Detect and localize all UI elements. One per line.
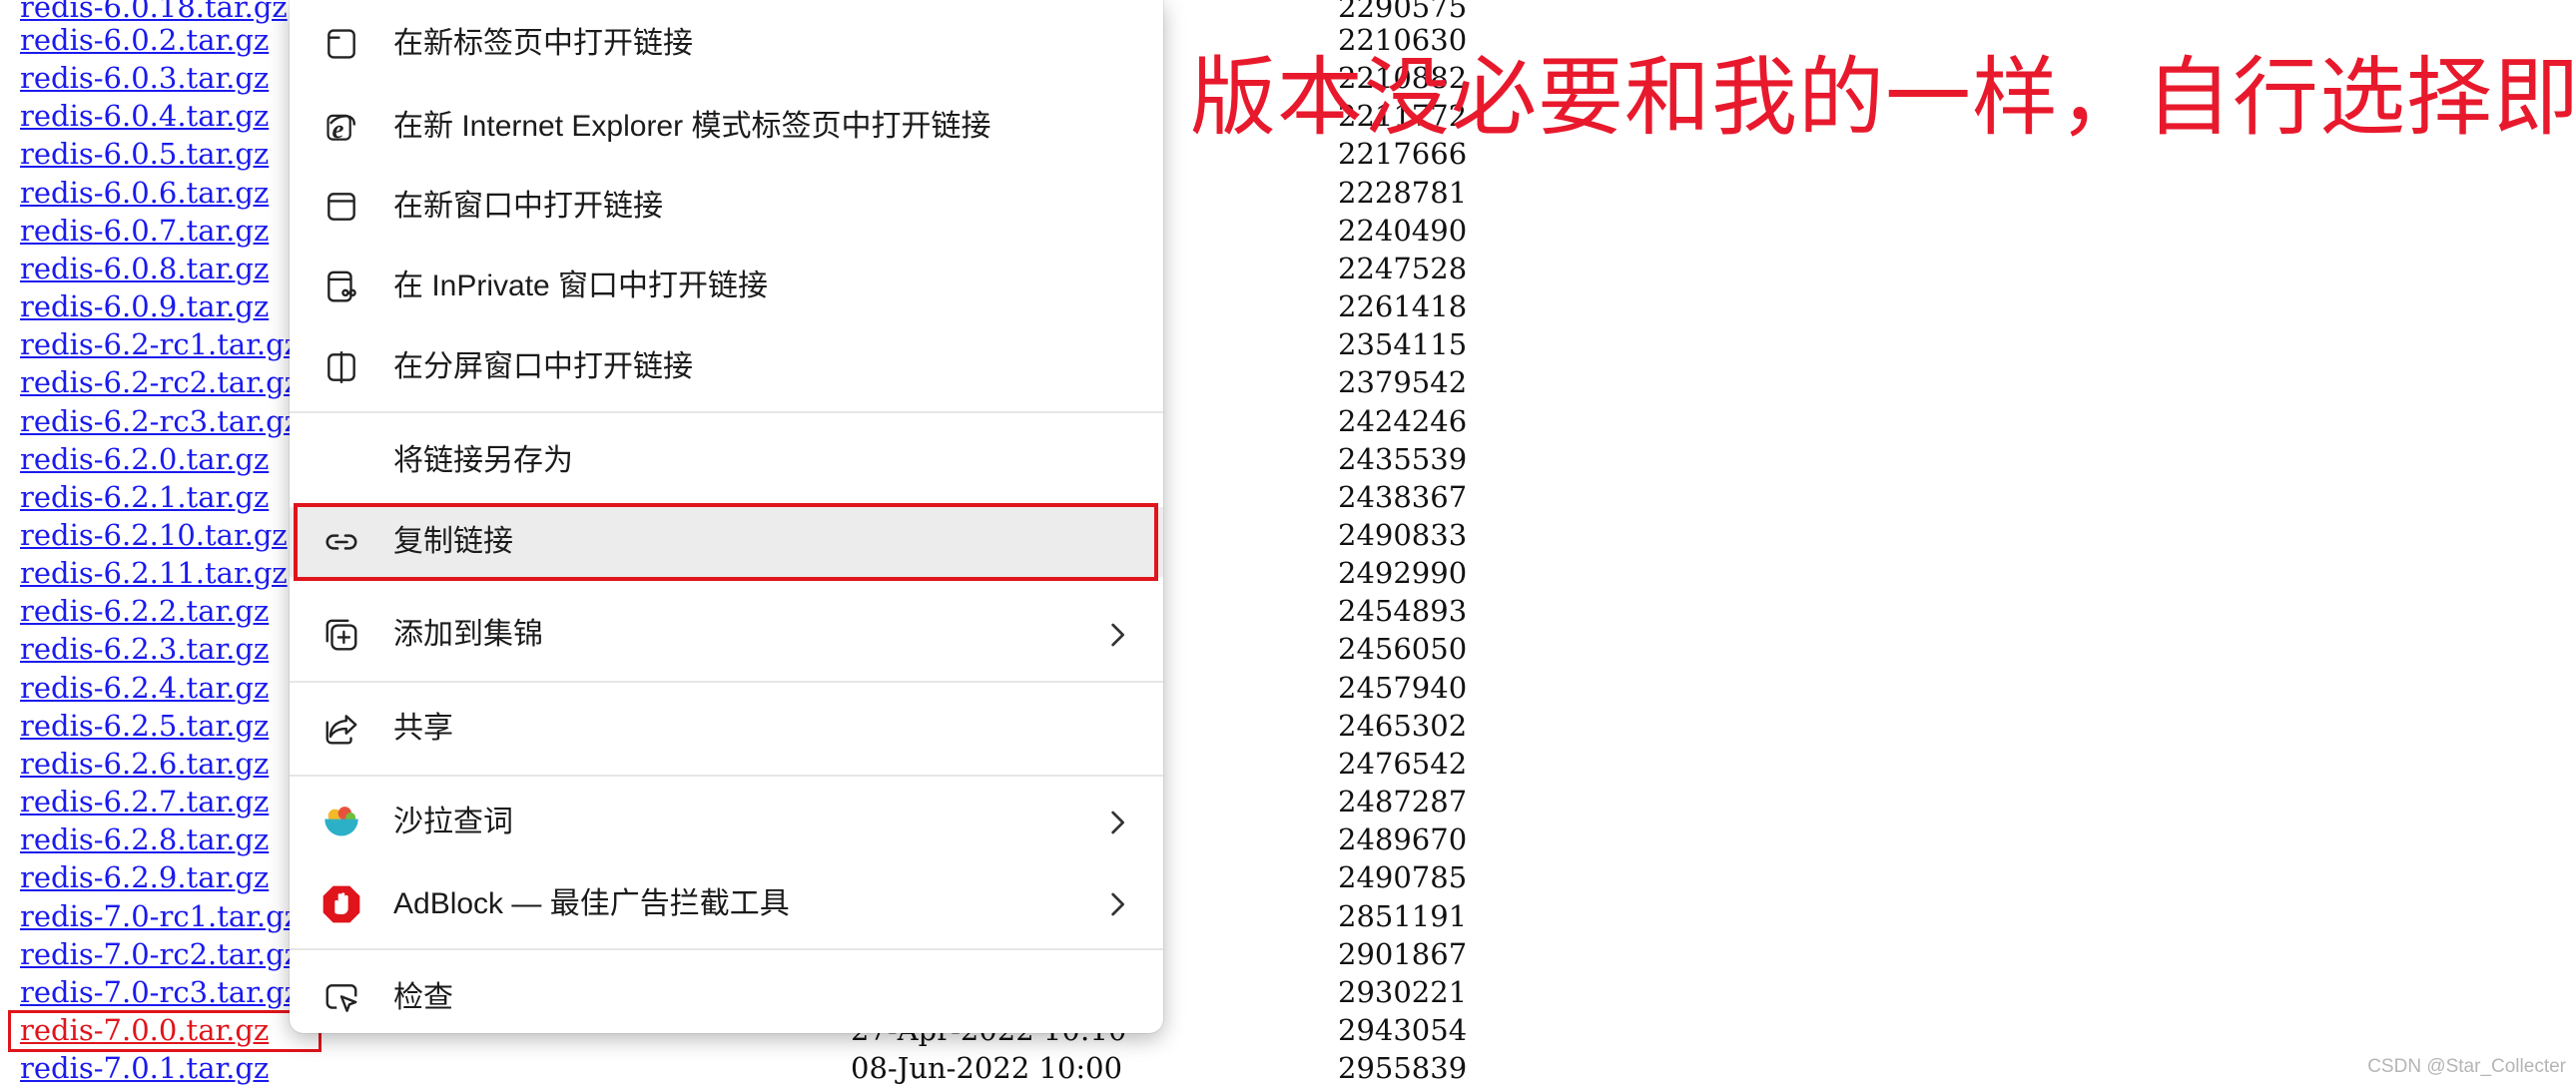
menu-separator [290, 411, 1163, 413]
menu-item-salad-lookup[interactable]: 沙拉查词 [290, 789, 1163, 856]
file-size: 2943054 [1338, 1013, 1468, 1047]
new-window-icon [322, 187, 361, 227]
menu-item-label: 添加到集锦 [393, 618, 543, 651]
file-link[interactable]: redis-6.0.9.tar.gz [20, 287, 269, 325]
file-size: 2438367 [1338, 480, 1468, 514]
file-link[interactable]: redis-6.2.7.tar.gz [20, 783, 269, 820]
file-size: 2487287 [1338, 785, 1468, 818]
file-size: 2228781 [1338, 176, 1468, 210]
menu-item-add-to-collections[interactable]: 添加到集锦 [290, 601, 1163, 669]
file-link[interactable]: redis-7.0.1.tar.gz [20, 1049, 269, 1087]
split-screen-icon [322, 347, 361, 387]
menu-item-share[interactable]: 共享 [290, 695, 1163, 763]
menu-item-inspect[interactable]: 检查 [290, 964, 1163, 1032]
file-link[interactable]: redis-6.2.0.tar.gz [20, 440, 269, 478]
file-size: 2930221 [1338, 975, 1468, 1009]
file-size: 2490785 [1338, 860, 1468, 894]
file-link[interactable]: redis-6.2.6.tar.gz [20, 745, 269, 783]
file-link[interactable]: redis-6.0.5.tar.gz [20, 135, 269, 173]
menu-item-open-new-window[interactable]: 在新窗口中打开链接 [290, 173, 1163, 241]
file-size: 2379542 [1338, 365, 1468, 399]
new-tab-icon [322, 24, 361, 64]
file-link[interactable]: redis-6.2.11.tar.gz [20, 554, 288, 592]
listing-row: redis-7.0.1.tar.gz 08-Jun-2022 10:00 295… [0, 1049, 1498, 1087]
file-link[interactable]: redis-7.0-rc2.tar.gz [20, 935, 300, 973]
file-link[interactable]: redis-6.0.8.tar.gz [20, 250, 269, 287]
file-link[interactable]: redis-6.2-rc3.tar.gz [20, 402, 300, 440]
file-link[interactable]: redis-6.2.2.tar.gz [20, 592, 269, 630]
menu-item-label: 沙拉查词 [393, 806, 513, 838]
file-size: 2261418 [1338, 289, 1468, 323]
file-size: 2456050 [1338, 632, 1468, 666]
file-size: 2492990 [1338, 556, 1468, 590]
file-size: 2240490 [1338, 214, 1468, 248]
collections-icon [322, 615, 361, 655]
file-size: 2435539 [1338, 442, 1468, 476]
file-size: 2457940 [1338, 671, 1468, 705]
file-size: 2465302 [1338, 709, 1468, 743]
menu-separator [290, 775, 1163, 777]
menu-item-label: 共享 [393, 712, 453, 745]
menu-item-save-link-as[interactable]: 将链接另存为 [290, 427, 1163, 495]
copy-link-highlight [294, 503, 1158, 581]
file-size: 2851191 [1338, 899, 1468, 933]
menu-item-label: 检查 [393, 981, 453, 1014]
menu-item-label: 将链接另存为 [393, 444, 573, 477]
file-size: 2955839 [1338, 1051, 1468, 1085]
file-link[interactable]: redis-6.2.1.tar.gz [20, 478, 269, 516]
watermark: CSDN @Star_Collecter [2367, 1056, 2566, 1077]
file-link[interactable]: redis-6.0.4.tar.gz [20, 97, 269, 135]
file-link[interactable]: redis-7.0-rc3.tar.gz [20, 973, 300, 1011]
file-date: 08-Jun-2022 10:00 [851, 1051, 1123, 1085]
file-link[interactable]: redis-6.2.5.tar.gz [20, 707, 269, 745]
menu-item-label: 在新标签页中打开链接 [393, 27, 693, 60]
file-size: 2489670 [1338, 822, 1468, 856]
menu-item-adblock[interactable]: AdBlock — 最佳广告拦截工具 [290, 870, 1163, 938]
file-link[interactable]: redis-6.0.7.tar.gz [20, 212, 269, 250]
menu-item-label: AdBlock — 最佳广告拦截工具 [393, 887, 790, 920]
annotation-text: 版本没必要和我的一样，自行选择即可 [1190, 48, 2576, 148]
file-size: 2454893 [1338, 594, 1468, 628]
menu-separator [290, 948, 1163, 950]
menu-item-open-new-tab[interactable]: 在新标签页中打开链接 [290, 10, 1163, 78]
chevron-right-icon [1096, 615, 1136, 655]
file-size: 2901867 [1338, 937, 1468, 971]
file-link[interactable]: redis-6.2.3.tar.gz [20, 630, 269, 668]
menu-item-label: 在分屏窗口中打开链接 [393, 350, 693, 383]
file-size: 2354115 [1338, 327, 1468, 361]
menu-item-open-split[interactable]: 在分屏窗口中打开链接 [290, 333, 1163, 401]
file-size: 2490833 [1338, 518, 1468, 552]
file-link[interactable]: redis-6.0.3.tar.gz [20, 59, 269, 97]
adblock-icon [322, 884, 361, 924]
file-link[interactable]: redis-6.0.6.tar.gz [20, 174, 269, 212]
file-link[interactable]: redis-6.2-rc2.tar.gz [20, 363, 300, 401]
file-size: 2247528 [1338, 252, 1468, 285]
selected-link-highlight [8, 1010, 322, 1052]
chevron-right-icon [1096, 803, 1136, 842]
file-link[interactable]: redis-6.2.8.tar.gz [20, 820, 269, 858]
salad-dict-icon [322, 803, 361, 842]
menu-item-label: 在 InPrivate 窗口中打开链接 [393, 270, 769, 302]
menu-item-label: 在新窗口中打开链接 [393, 190, 663, 223]
menu-separator [290, 681, 1163, 683]
inprivate-window-icon [322, 267, 361, 306]
chevron-right-icon [1096, 884, 1136, 924]
menu-item-open-inprivate[interactable]: 在 InPrivate 窗口中打开链接 [290, 253, 1163, 320]
context-menu: 在新标签页中打开链接 e 在新 Internet Explorer 模式标签页中… [290, 0, 1163, 1033]
file-link[interactable]: redis-6.2-rc1.tar.gz [20, 325, 300, 363]
file-link[interactable]: redis-7.0-rc1.tar.gz [20, 897, 300, 935]
inspect-icon [322, 978, 361, 1018]
file-link[interactable]: redis-6.2.4.tar.gz [20, 669, 269, 707]
file-link[interactable]: redis-6.2.10.tar.gz [20, 516, 288, 554]
file-size: 2476542 [1338, 747, 1468, 781]
share-icon [322, 709, 361, 749]
internet-explorer-icon: e [322, 107, 361, 147]
file-size: 2424246 [1338, 404, 1468, 438]
file-link[interactable]: redis-6.0.2.tar.gz [20, 21, 269, 59]
menu-item-open-ie-mode[interactable]: e 在新 Internet Explorer 模式标签页中打开链接 [290, 93, 1163, 161]
file-link[interactable]: redis-6.2.9.tar.gz [20, 858, 269, 896]
menu-item-label: 在新 Internet Explorer 模式标签页中打开链接 [393, 110, 991, 143]
